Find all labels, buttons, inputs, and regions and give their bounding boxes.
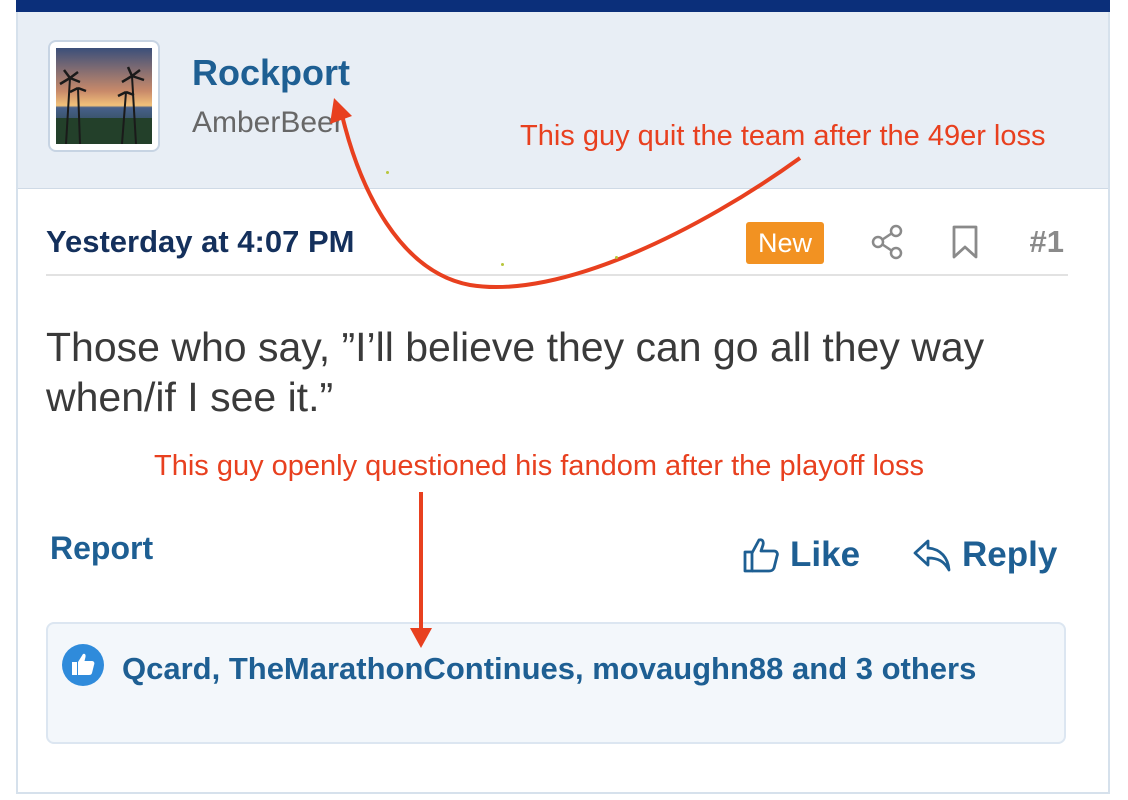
speck <box>386 171 389 174</box>
post-meta-row: Yesterday at 4:07 PM New #1 <box>46 220 1068 276</box>
reply-label: Reply <box>962 535 1058 574</box>
share-icon[interactable] <box>870 224 904 265</box>
post-timestamp[interactable]: Yesterday at 4:07 PM <box>46 224 354 260</box>
post-number-link[interactable]: #1 <box>1030 224 1064 260</box>
annotation-note: This guy quit the team after the 49er lo… <box>520 120 1046 152</box>
bookmark-icon[interactable] <box>950 224 980 265</box>
avatar[interactable] <box>48 40 160 152</box>
top-bar <box>16 0 1110 12</box>
reactions-list[interactable]: Qcard, TheMarathonContinues, movaughn88 … <box>62 644 1022 694</box>
thumbs-up-icon <box>743 538 779 573</box>
post-body: Those who say, ”I’ll believe they can go… <box>46 322 1076 422</box>
post-body-line: Those who say, ”I’ll believe they can go… <box>46 324 985 370</box>
post-body-line: when/if I see it.” <box>46 374 334 420</box>
reply-arrow-icon <box>913 539 951 572</box>
avatar-image <box>56 48 152 144</box>
like-label: Like <box>790 535 861 574</box>
reply-button[interactable]: Reply <box>912 534 1057 576</box>
new-badge: New <box>746 222 825 264</box>
like-button[interactable]: Like <box>742 534 860 576</box>
speck <box>615 256 618 259</box>
user-header: Rockport AmberBeer <box>18 12 1108 189</box>
report-link[interactable]: Report <box>50 530 153 567</box>
username-link[interactable]: Rockport <box>192 52 350 94</box>
user-title: AmberBeer <box>192 106 344 139</box>
annotation-note: This guy openly questioned his fandom af… <box>154 450 925 482</box>
reactions-bar[interactable]: Qcard, TheMarathonContinues, movaughn88 … <box>46 622 1066 744</box>
speck <box>501 263 504 266</box>
